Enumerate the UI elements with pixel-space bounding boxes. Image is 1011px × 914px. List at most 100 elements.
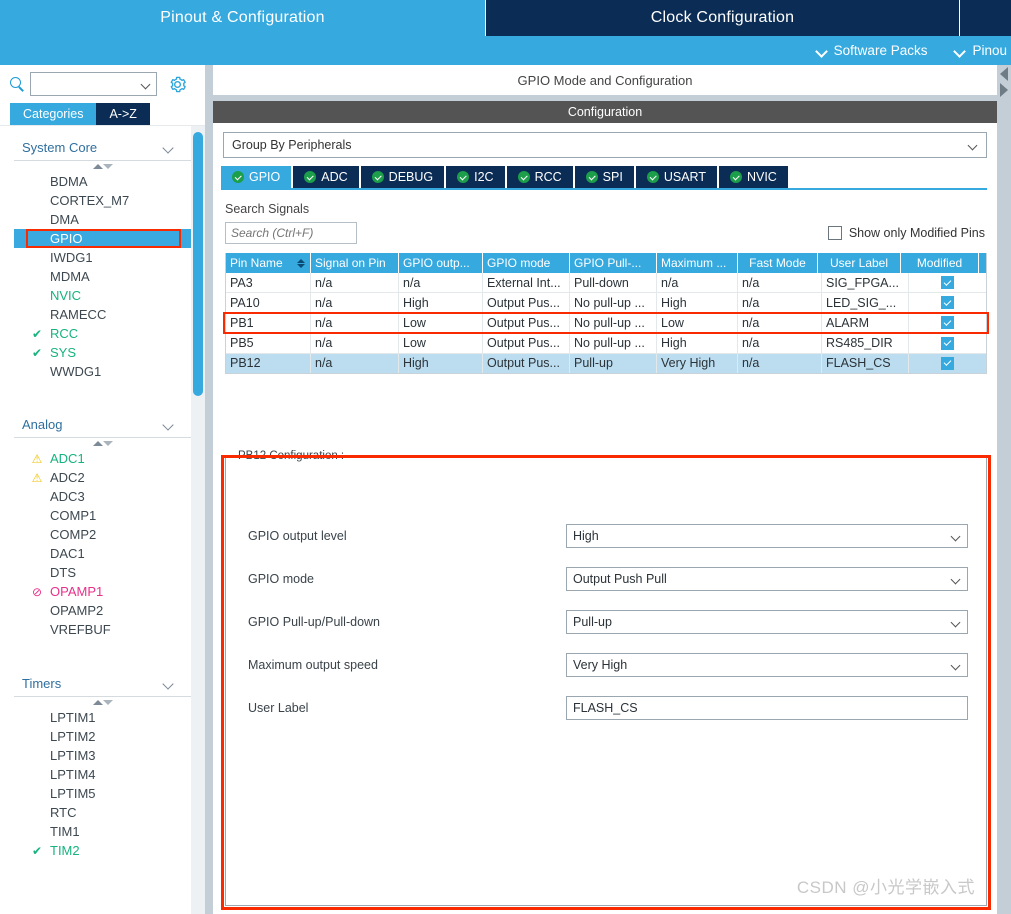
panel-collapse-arrows[interactable] [997, 65, 1011, 97]
table-row[interactable]: PB1 n/a Low Output Pus... No pull-up ...… [226, 313, 986, 334]
gpio-pull-select[interactable]: Pull-up [566, 609, 968, 634]
cell-modified[interactable] [909, 334, 986, 353]
table-header-user-label[interactable]: User Label [818, 253, 901, 273]
arrow-right-icon[interactable] [1000, 83, 1008, 97]
sidebar-item-lptim1[interactable]: LPTIM1 [14, 708, 191, 727]
sidebar-group-header-timers[interactable]: Timers [14, 672, 191, 697]
sidebar-item-wwdg1[interactable]: WWDG1 [14, 362, 191, 381]
table-header-maximum-speed[interactable]: Maximum ... [657, 253, 738, 273]
sidebar-item-rtc[interactable]: RTC [14, 803, 191, 822]
sidebar-item-ramecc[interactable]: RAMECC [14, 305, 191, 324]
checkbox-checked-icon[interactable] [941, 296, 954, 310]
sidebar-item-lptim3[interactable]: LPTIM3 [14, 746, 191, 765]
sidebar-item-bdma[interactable]: BDMA [14, 172, 191, 191]
sidebar-scroll-spinner[interactable] [14, 161, 191, 172]
user-label-input[interactable]: FLASH_CS [566, 695, 968, 720]
sidebar-item-gpio[interactable]: GPIO [14, 229, 191, 248]
table-header-gpio-pull[interactable]: GPIO Pull-... [570, 253, 657, 273]
sidebar-item-rcc[interactable]: ✔ RCC [14, 324, 191, 343]
peripheral-tab-gpio[interactable]: GPIO [221, 166, 292, 188]
gpio-mode-select[interactable]: Output Push Pull [566, 566, 968, 591]
cell-modified[interactable] [909, 273, 986, 292]
sidebar-scrollbar-thumb[interactable] [193, 132, 203, 396]
checkbox-checked-icon[interactable] [941, 276, 954, 290]
sidebar-item-lptim2[interactable]: LPTIM2 [14, 727, 191, 746]
tab-a-to-z[interactable]: A->Z [96, 103, 150, 125]
peripheral-tab-usart[interactable]: USART [635, 166, 717, 188]
table-row-selected[interactable]: PB12 n/a High Output Pus... Pull-up Very… [226, 353, 986, 373]
peripheral-tab-nvic[interactable]: NVIC [718, 166, 788, 188]
sidebar-item-tim1[interactable]: TIM1 [14, 822, 191, 841]
table-header-gpio-output[interactable]: GPIO outp... [399, 253, 483, 273]
tab-overflow[interactable] [960, 0, 1011, 36]
cell-user-label: FLASH_CS [822, 353, 909, 373]
maximum-output-speed-select[interactable]: Very High [566, 652, 968, 677]
sidebar-item-dac1[interactable]: DAC1 [14, 544, 191, 563]
show-modified-pins-toggle[interactable]: Show only Modified Pins [827, 226, 985, 240]
sidebar-group-header-system-core[interactable]: System Core [14, 136, 191, 161]
table-header-modified[interactable]: Modified [901, 253, 979, 273]
sidebar-item-adc2[interactable]: ⚠ ADC2 [14, 468, 191, 487]
arrow-left-icon[interactable] [1000, 67, 1008, 81]
body-split: Categories A->Z System Core BDMA CORTEX_… [0, 65, 1011, 914]
sidebar-item-adc1[interactable]: ⚠ ADC1 [14, 449, 191, 468]
table-header-fast-mode[interactable]: Fast Mode [738, 253, 818, 273]
table-header-label: Signal on Pin [315, 256, 386, 270]
checkbox-checked-icon[interactable] [941, 316, 954, 330]
peripheral-tab-debug[interactable]: DEBUG [360, 166, 445, 188]
sidebar-item-dma[interactable]: DMA [14, 210, 191, 229]
sidebar-item-sys[interactable]: ✔ SYS [14, 343, 191, 362]
sidebar-item-opamp2[interactable]: OPAMP2 [14, 601, 191, 620]
cell-modified[interactable] [909, 293, 986, 312]
pin-table: Pin Name Signal on Pin GPIO outp... GPIO… [225, 253, 987, 374]
sidebar-item-vrefbuf[interactable]: VREFBUF [14, 620, 191, 639]
sidebar-item-nvic[interactable]: NVIC [14, 286, 191, 305]
main-panel-scroll-region[interactable] [997, 97, 1011, 914]
sidebar-item-mdma[interactable]: MDMA [14, 267, 191, 286]
sidebar-item-dts[interactable]: DTS [14, 563, 191, 582]
table-header-signal-on-pin[interactable]: Signal on Pin [311, 253, 399, 273]
table-row[interactable]: PA10 n/a High Output Pus... No pull-up .… [226, 293, 986, 314]
sidebar-item-comp1[interactable]: COMP1 [14, 506, 191, 525]
peripheral-tab-rcc[interactable]: RCC [506, 166, 573, 188]
table-header-pin-name[interactable]: Pin Name [226, 253, 311, 273]
table-header-gpio-mode[interactable]: GPIO mode [483, 253, 570, 273]
peripheral-tab-spi[interactable]: SPI [574, 166, 634, 188]
checkbox-checked-icon[interactable] [941, 356, 954, 370]
field-row-user-label: User Label FLASH_CS [226, 686, 986, 729]
software-packs-menu[interactable]: Software Packs [817, 43, 928, 58]
pinout-menu[interactable]: Pinou [955, 43, 1011, 58]
search-signals-input[interactable] [225, 222, 357, 244]
search-input[interactable] [30, 72, 157, 96]
sidebar-item-label: VREFBUF [50, 622, 111, 637]
sidebar-item-cortex-m7[interactable]: CORTEX_M7 [14, 191, 191, 210]
tab-pinout-configuration[interactable]: Pinout & Configuration [0, 0, 486, 36]
sidebar-scroll-spinner[interactable] [14, 438, 191, 449]
table-row[interactable]: PB5 n/a Low Output Pus... No pull-up ...… [226, 333, 986, 354]
cell-modified[interactable] [909, 313, 986, 332]
checkbox-checked-icon[interactable] [941, 336, 954, 350]
sidebar-scroll-spinner[interactable] [14, 697, 191, 708]
gear-icon[interactable] [168, 75, 187, 94]
tab-clock-configuration[interactable]: Clock Configuration [486, 0, 960, 36]
cell-user-label: RS485_DIR [822, 333, 909, 353]
peripheral-tab-i2c[interactable]: I2C [446, 166, 505, 188]
sidebar-item-tim2[interactable]: ✔ TIM2 [14, 841, 191, 860]
sidebar-item-iwdg1[interactable]: IWDG1 [14, 248, 191, 267]
sidebar-group-header-analog[interactable]: Analog [14, 413, 191, 438]
group-by-select[interactable]: Group By Peripherals [223, 132, 987, 158]
sidebar-item-lptim5[interactable]: LPTIM5 [14, 784, 191, 803]
sidebar-scrollbar[interactable] [191, 126, 205, 914]
sidebar-item-opamp1[interactable]: ⊘ OPAMP1 [14, 582, 191, 601]
sidebar-item-adc3[interactable]: ADC3 [14, 487, 191, 506]
checkbox-icon[interactable] [827, 226, 842, 240]
peripheral-tab-adc[interactable]: ADC [293, 166, 359, 188]
tab-categories[interactable]: Categories [10, 103, 97, 125]
sidebar-item-label: OPAMP2 [50, 603, 104, 618]
table-row[interactable]: PA3 n/a n/a External Int... Pull-down n/… [226, 273, 986, 294]
sidebar-item-comp2[interactable]: COMP2 [14, 525, 191, 544]
cell-modified[interactable] [909, 354, 986, 373]
gpio-output-level-select[interactable]: High [566, 523, 968, 548]
sidebar-item-label: ADC1 [50, 451, 85, 466]
sidebar-item-lptim4[interactable]: LPTIM4 [14, 765, 191, 784]
